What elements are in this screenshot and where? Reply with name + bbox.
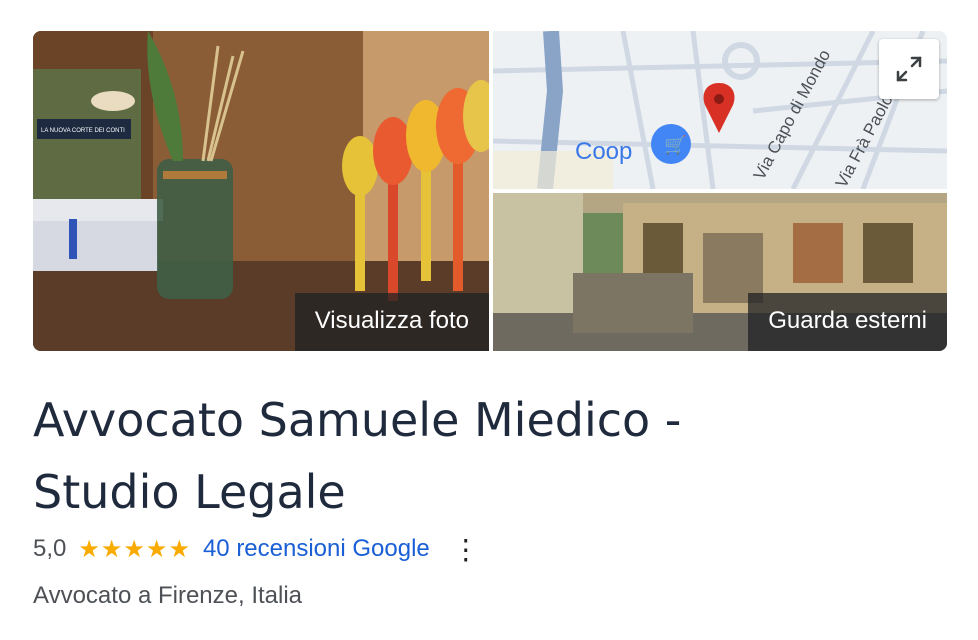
book-title-text: LA NUOVA CORTE DEI CONTI <box>41 128 125 134</box>
street-view-tile[interactable]: Guarda esterni <box>493 193 947 351</box>
business-title-line-1: Avvocato Samuele Miedico - <box>33 393 682 447</box>
business-category: Avvocato a Firenze, Italia <box>33 582 303 609</box>
business-title: Avvocato Samuele Miedico - Studio Legale <box>33 384 933 528</box>
expand-icon <box>896 56 922 82</box>
view-photos-label[interactable]: Visualizza foto <box>294 293 489 351</box>
business-title-line-2: Studio Legale <box>33 465 346 519</box>
rating-row: 5,0 ★★★★★ 40 recensioni Google ⋮ <box>33 531 480 567</box>
reviews-link[interactable]: 40 recensioni Google <box>203 535 430 563</box>
street-view-label[interactable]: Guarda esterni <box>748 293 947 351</box>
media-gallery: LA NUOVA CORTE DEI CONTI Visualizza foto… <box>33 31 947 351</box>
expand-map-button[interactable] <box>879 39 939 99</box>
map-tile[interactable]: 🛒 Via Capo di Mondo Via Frà Paolo Sarpi … <box>493 31 947 189</box>
star-rating-icons: ★★★★★ <box>78 535 191 563</box>
photo-main-tile[interactable]: LA NUOVA CORTE DEI CONTI Visualizza foto <box>33 31 489 351</box>
rating-value: 5,0 <box>33 535 67 562</box>
svg-text:🛒: 🛒 <box>664 134 686 156</box>
map-poi-label: Coop <box>575 138 632 165</box>
more-options-icon[interactable]: ⋮ <box>452 533 480 566</box>
